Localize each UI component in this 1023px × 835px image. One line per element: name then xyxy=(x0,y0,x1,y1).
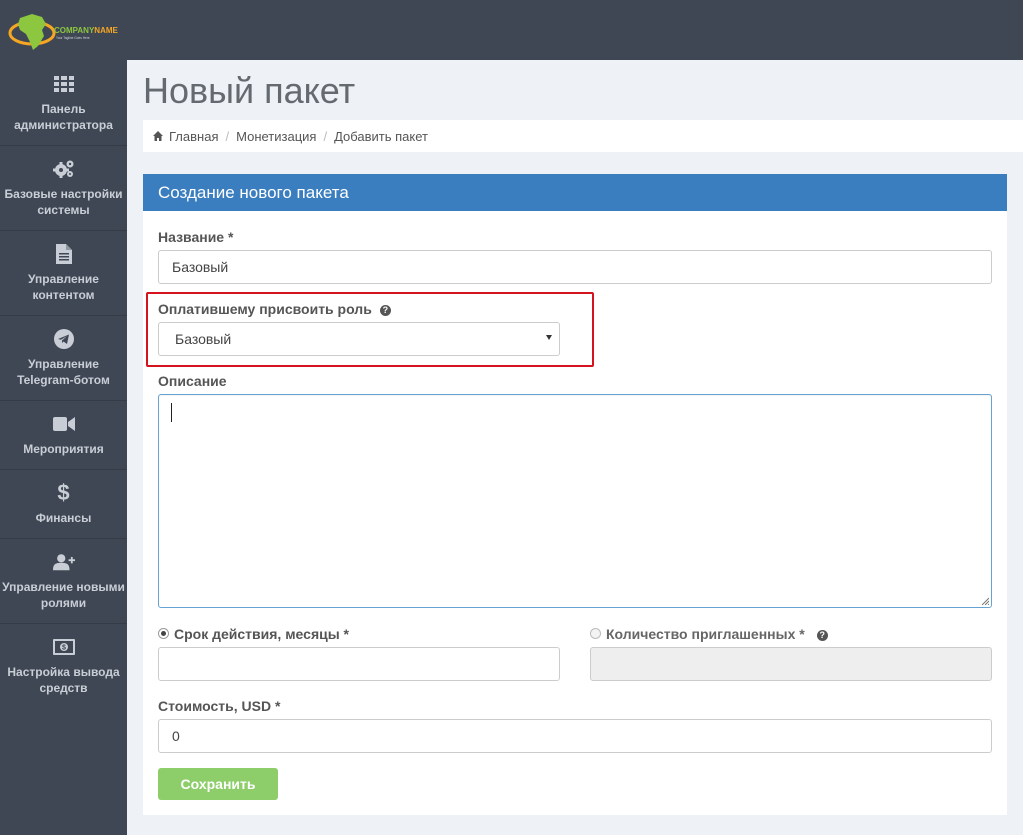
name-label: Название * xyxy=(158,229,234,245)
sidebar-item-label: администратора xyxy=(14,117,113,132)
invites-input xyxy=(590,647,992,681)
sidebar-item-label: Telegram-ботом xyxy=(17,373,110,387)
page-title: Новый пакет xyxy=(143,70,356,111)
top-bar xyxy=(127,0,1023,60)
sidebar-item-label: средств xyxy=(39,681,88,695)
text-cursor xyxy=(171,403,172,422)
description-label: Описание xyxy=(158,373,227,389)
role-select-value: Базовый xyxy=(175,331,232,347)
create-package-panel: Создание нового пакета Название * Базовы… xyxy=(143,174,1007,815)
question-circle-icon[interactable]: ? xyxy=(816,630,828,641)
sidebar-item-withdrawal[interactable]: $ Настройка вывода средств xyxy=(0,623,127,708)
sidebar-item-finance[interactable]: $ Финансы xyxy=(0,469,127,538)
breadcrumb-separator: / xyxy=(323,128,328,144)
money-icon: $ xyxy=(52,636,75,658)
caret-down-icon xyxy=(546,335,552,340)
sidebar-item-label: Панель xyxy=(41,101,86,116)
breadcrumb-home[interactable]: Главная xyxy=(169,129,218,144)
company-logo: COMPANYNAME Your Tagline Goes Here xyxy=(8,14,119,50)
breadcrumb: Главная / Монетизация / Добавить пакет xyxy=(143,120,1023,152)
price-input[interactable]: 0 xyxy=(158,719,992,753)
svg-text:$: $ xyxy=(62,645,66,652)
role-label-text: Оплатившему присвоить роль xyxy=(158,301,372,317)
sidebar-item-label: Мероприятия xyxy=(23,442,104,456)
logo-area[interactable]: COMPANYNAME Your Tagline Goes Here xyxy=(0,0,127,60)
grid-icon xyxy=(53,73,75,95)
sidebar-item-events[interactable]: Мероприятия xyxy=(0,400,127,469)
breadcrumb-separator: / xyxy=(225,128,230,144)
sidebar-item-label: контентом xyxy=(32,288,95,302)
name-input[interactable]: Базовый xyxy=(158,250,992,284)
sidebar-item-label: Настройка вывода xyxy=(7,665,120,679)
sidebar-item-roles[interactable]: Управление новыми ролями xyxy=(0,538,127,623)
sidebar-item-label: Финансы xyxy=(35,511,92,525)
role-select[interactable]: Базовый xyxy=(158,322,560,356)
document-icon xyxy=(53,243,75,265)
gears-icon xyxy=(52,158,75,180)
duration-option[interactable]: Срок действия, месяцы * xyxy=(158,626,349,642)
home-icon xyxy=(153,131,163,141)
role-label: Оплатившему присвоить роль? xyxy=(158,301,391,317)
sidebar: COMPANYNAME Your Tagline Goes Here Панел… xyxy=(0,0,127,835)
sidebar-item-admin-panel[interactable]: Панель администратора xyxy=(0,60,127,145)
invites-label: Количество приглашенных * xyxy=(606,626,805,642)
question-circle-icon[interactable]: ? xyxy=(379,305,391,316)
description-textarea[interactable] xyxy=(158,394,992,608)
resize-grip-icon[interactable] xyxy=(981,597,989,605)
svg-text:Your Tagline Goes Here: Your Tagline Goes Here xyxy=(56,36,90,40)
main-content: Новый пакет Главная / Монетизация / Доба… xyxy=(127,60,1023,835)
svg-text:COMPANYNAME: COMPANYNAME xyxy=(54,26,119,35)
sidebar-item-base-settings[interactable]: Базовые настройки системы xyxy=(0,145,127,230)
telegram-icon xyxy=(53,328,75,350)
price-label: Стоимость, USD * xyxy=(158,698,281,714)
sidebar-item-content[interactable]: Управление контентом xyxy=(0,230,127,315)
invites-option[interactable]: Количество приглашенных *? xyxy=(590,626,828,642)
video-camera-icon xyxy=(52,413,75,435)
user-plus-icon xyxy=(52,551,75,573)
invites-radio[interactable] xyxy=(590,628,601,639)
sidebar-item-label: Управление xyxy=(28,272,99,286)
panel-title: Создание нового пакета xyxy=(143,174,1007,211)
sidebar-item-label: ролями xyxy=(40,596,87,610)
breadcrumb-monetization[interactable]: Монетизация xyxy=(236,129,316,144)
save-button[interactable]: Сохранить xyxy=(158,768,278,800)
sidebar-item-label: Базовые настройки xyxy=(4,187,123,201)
sidebar-item-label: системы xyxy=(37,203,90,217)
breadcrumb-current: Добавить пакет xyxy=(334,128,428,144)
sidebar-item-label: Управление xyxy=(28,357,99,371)
duration-radio[interactable] xyxy=(158,628,169,639)
sidebar-item-label: Управление новыми xyxy=(2,580,125,594)
sidebar-item-telegram-bot[interactable]: Управление Telegram-ботом xyxy=(0,315,127,400)
duration-input[interactable] xyxy=(158,647,560,681)
duration-label: Срок действия, месяцы * xyxy=(174,626,350,642)
dollar-icon: $ xyxy=(57,480,70,505)
